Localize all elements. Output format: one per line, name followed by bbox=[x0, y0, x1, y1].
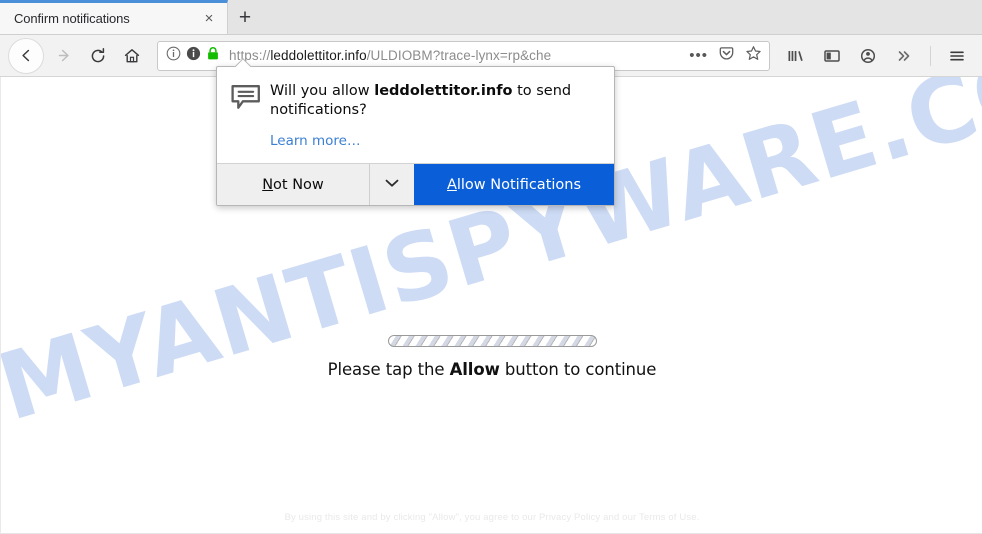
allow-label: llow Notifications bbox=[456, 176, 582, 193]
notification-bubble-icon bbox=[231, 82, 265, 150]
overflow-icon[interactable] bbox=[887, 39, 921, 73]
instruction-text: Please tap the Allow button to continue bbox=[1, 360, 982, 379]
bookmark-star-icon[interactable] bbox=[745, 45, 762, 67]
toolbar-right bbox=[779, 39, 974, 73]
reload-icon bbox=[89, 47, 107, 65]
popup-actions: Not Now Allow Notifications bbox=[217, 163, 614, 205]
popup-message-host: leddolettitor.info bbox=[374, 83, 513, 99]
popup-arrow bbox=[234, 58, 252, 67]
back-button[interactable] bbox=[8, 37, 44, 74]
not-now-button[interactable]: Not Now bbox=[217, 164, 369, 205]
pocket-icon[interactable] bbox=[718, 45, 735, 67]
url-path: /ULDIOBM?trace-lynx=rp&che bbox=[366, 48, 552, 63]
address-bar-actions: ••• bbox=[683, 45, 762, 67]
identity-icons bbox=[166, 46, 220, 66]
popup-message-prefix: Will you allow bbox=[270, 83, 375, 99]
lock-icon[interactable] bbox=[206, 46, 220, 66]
close-icon[interactable]: × bbox=[199, 9, 219, 29]
instruction-prefix: Please tap the bbox=[327, 360, 450, 379]
library-icon[interactable] bbox=[779, 39, 813, 73]
info-filled-icon[interactable] bbox=[186, 46, 201, 66]
new-tab-icon[interactable]: + bbox=[228, 0, 262, 34]
chevron-down-icon bbox=[384, 176, 400, 194]
footer-disclaimer: By using this site and by clicking "Allo… bbox=[284, 512, 700, 523]
menu-icon[interactable] bbox=[940, 39, 974, 73]
not-now-label: ot Now bbox=[273, 176, 324, 193]
popup-texts: Will you allow leddolettitor.info to sen… bbox=[265, 82, 600, 150]
toolbar-divider bbox=[930, 45, 931, 66]
notification-permission-popup: Will you allow leddolettitor.info to sen… bbox=[216, 58, 615, 206]
not-now-accesskey: N bbox=[262, 176, 274, 193]
tab-confirm-notifications[interactable]: Confirm notifications × bbox=[0, 0, 228, 34]
home-button[interactable] bbox=[115, 39, 149, 73]
reload-button[interactable] bbox=[81, 39, 115, 73]
tab-title: Confirm notifications bbox=[14, 11, 130, 26]
sidebar-icon[interactable] bbox=[815, 39, 849, 73]
forward-button bbox=[47, 39, 81, 73]
home-icon bbox=[123, 47, 141, 65]
url-host: leddolettitor.info bbox=[270, 48, 367, 63]
info-outline-icon[interactable] bbox=[166, 46, 181, 66]
popup-message: Will you allow leddolettitor.info to sen… bbox=[270, 82, 600, 120]
popup-body: Will you allow leddolettitor.info to sen… bbox=[217, 67, 614, 163]
account-icon[interactable] bbox=[851, 39, 885, 73]
allow-notifications-button[interactable]: Allow Notifications bbox=[414, 164, 614, 205]
forward-arrow-icon bbox=[56, 47, 73, 64]
page-actions-icon[interactable]: ••• bbox=[689, 48, 708, 63]
progress-bar bbox=[387, 335, 597, 347]
instruction-suffix: button to continue bbox=[499, 360, 657, 379]
allow-accesskey: A bbox=[446, 176, 457, 193]
center-block: Please tap the Allow button to continue bbox=[1, 335, 982, 379]
url-text[interactable]: https://leddolettitor.info/ULDIOBM?trace… bbox=[229, 48, 683, 63]
browser-window: Confirm notifications × + https://leddol… bbox=[0, 0, 982, 534]
permission-dropdown-button[interactable] bbox=[369, 164, 414, 205]
instruction-bold: Allow bbox=[449, 360, 500, 379]
learn-more-link[interactable]: Learn more… bbox=[270, 133, 361, 149]
back-arrow-icon bbox=[18, 47, 35, 64]
tab-bar: Confirm notifications × + bbox=[0, 0, 982, 35]
